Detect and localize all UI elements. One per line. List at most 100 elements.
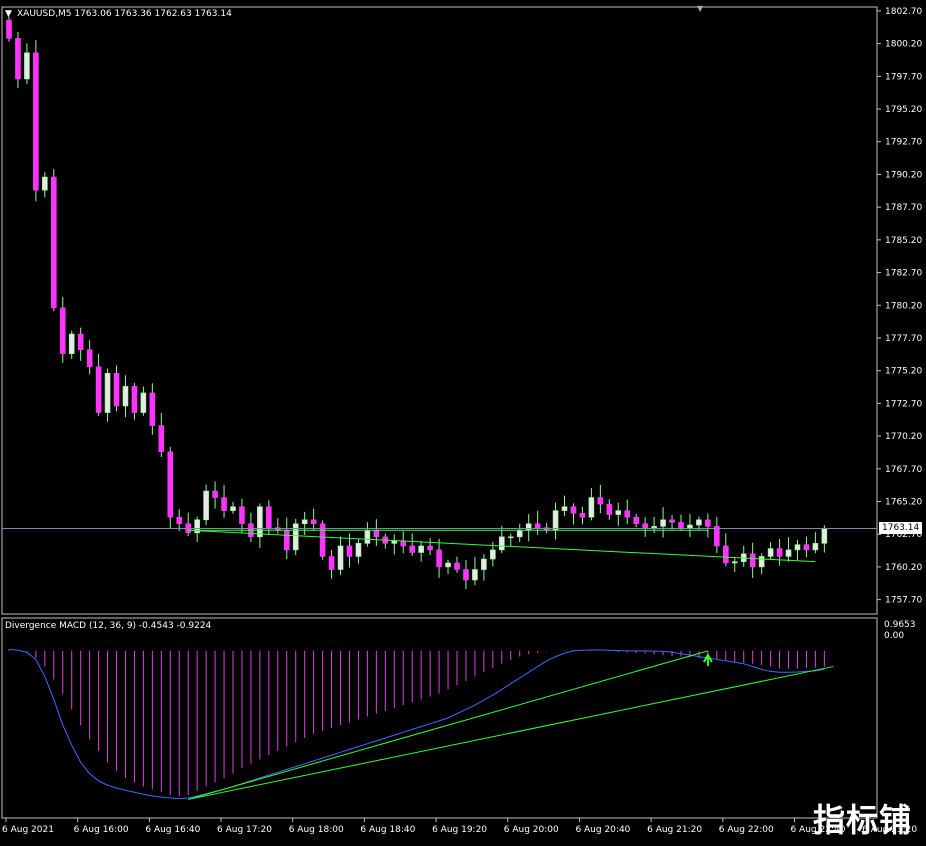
bull-candle <box>24 52 30 80</box>
bear-candle <box>597 497 604 505</box>
time-tick-label: 6 Aug 21:20 <box>647 825 702 835</box>
bull-candle <box>687 524 693 528</box>
bear-candle <box>678 522 684 528</box>
bear-candle <box>803 544 810 551</box>
bear-candle <box>373 529 380 538</box>
price-tick-label: 1757.70 <box>885 596 922 606</box>
indicator-axis-top: 0.9653 <box>884 620 916 630</box>
bull-candle <box>355 543 362 557</box>
chart-window[interactable]: 1802.70 1800.20 1797.70 1795.20 1792.70 1790.… <box>0 0 926 842</box>
bear-candle <box>50 176 57 309</box>
time-tick-label: 6 Aug 18:40 <box>360 825 415 835</box>
bull-candle <box>445 562 451 568</box>
bear-candle <box>6 19 12 39</box>
bull-candle <box>498 536 505 551</box>
time-axis: 6 Aug 2021 6 Aug 16:00 6 Aug 16:40 6 Aug 17… <box>2 818 917 835</box>
bear-candle <box>624 510 631 518</box>
shift-marker-icon[interactable]: ▼ <box>697 3 703 14</box>
divergence-arrows <box>704 655 713 666</box>
macd-trendline <box>188 666 834 800</box>
price-tick-label: 1800.20 <box>885 40 922 50</box>
bear-candle <box>346 545 353 557</box>
bull-candle <box>203 490 209 521</box>
bull-candle <box>122 386 129 407</box>
price-tick-label: 1775.20 <box>885 367 922 377</box>
bear-candle <box>642 523 648 528</box>
current-price-label: 1763.14 <box>879 522 923 535</box>
price-tick-label: 1765.20 <box>885 497 922 507</box>
bear-candle <box>722 545 729 564</box>
bull-candle <box>104 372 111 413</box>
bear-candle <box>776 548 783 557</box>
price-tick-label: 1770.20 <box>885 432 922 442</box>
bull-candle <box>696 519 702 526</box>
bull-candle <box>364 529 371 544</box>
bear-candle <box>33 52 39 191</box>
bear-candle <box>310 519 317 525</box>
bear-candle <box>749 553 756 568</box>
indicator-title: Divergence MACD (12, 36, 9) -0.4543 -0.9… <box>5 621 212 631</box>
bear-candle <box>409 545 416 553</box>
bull-candle <box>42 176 48 191</box>
bull-candle <box>507 536 514 539</box>
main-chart-frame <box>1 6 878 615</box>
bear-candle <box>266 506 272 528</box>
price-axis: 1802.70 1800.20 1797.70 1795.20 1792.70 1790.… <box>877 7 922 606</box>
bear-candle <box>77 333 84 351</box>
bull-candle <box>525 523 532 531</box>
bear-candle <box>131 386 138 413</box>
price-tick-label: 1787.70 <box>885 203 922 213</box>
main-plot-border <box>1 6 878 615</box>
bear-candle <box>176 516 183 525</box>
bull-candle <box>758 556 765 568</box>
bull-candle <box>140 392 147 413</box>
bear-candle <box>95 366 102 413</box>
time-tick-label: 6 Aug 22:00 <box>719 825 774 835</box>
candlestick-series <box>6 16 828 590</box>
indicator-plot-border <box>1 617 878 819</box>
indicator-axis-zero: 0.00 <box>884 631 905 641</box>
bear-candle <box>328 556 335 570</box>
signal-line <box>8 648 825 800</box>
bull-candle <box>821 528 828 544</box>
bull-candle <box>785 549 792 557</box>
bull-candle <box>651 526 657 528</box>
bear-candle <box>606 503 613 515</box>
bear-candle <box>212 490 218 498</box>
price-tick-label: 1792.70 <box>885 138 922 148</box>
bull-candle <box>481 558 487 570</box>
bear-candle <box>579 512 586 518</box>
macd-signal-line <box>8 648 825 800</box>
time-tick-label: 6 Aug 17:20 <box>217 825 272 835</box>
bull-candle <box>767 548 774 557</box>
bear-candle <box>705 519 711 527</box>
bull-candle <box>418 545 424 553</box>
bear-candle <box>239 506 245 525</box>
bear-candle <box>463 569 469 581</box>
price-tick-label: 1777.70 <box>885 334 922 344</box>
price-tick-label: 1780.20 <box>885 301 922 311</box>
price-tick-label: 1790.20 <box>885 170 922 180</box>
bear-candle <box>427 545 433 551</box>
bear-candle <box>86 349 93 368</box>
bull-candle <box>561 506 568 511</box>
price-tick-label: 1772.70 <box>885 399 922 409</box>
chart-canvas[interactable]: 1802.70 1800.20 1797.70 1795.20 1792.70 1790.… <box>0 0 926 842</box>
macd-histogram <box>8 649 825 797</box>
bear-candle <box>714 526 720 547</box>
bear-candle <box>534 523 541 528</box>
bull-candle <box>257 506 263 538</box>
price-tick-label: 1767.70 <box>885 465 922 475</box>
bull-candle <box>230 506 236 511</box>
bear-candle <box>436 549 442 568</box>
bear-candle <box>167 451 174 518</box>
time-tick-label: 6 Aug 19:20 <box>432 825 487 835</box>
time-tick-label: 6 Aug 2021 <box>2 825 54 835</box>
indicator-frame <box>1 617 878 819</box>
symbol-info: XAUUSD,M5 1763.06 1763.36 1762.63 1763.1… <box>17 9 232 19</box>
bear-candle <box>113 372 120 407</box>
bear-candle <box>669 519 675 523</box>
bull-candle <box>337 545 344 570</box>
chart-menu-icon[interactable]: ▼ <box>5 9 12 20</box>
bull-candle <box>731 561 738 564</box>
